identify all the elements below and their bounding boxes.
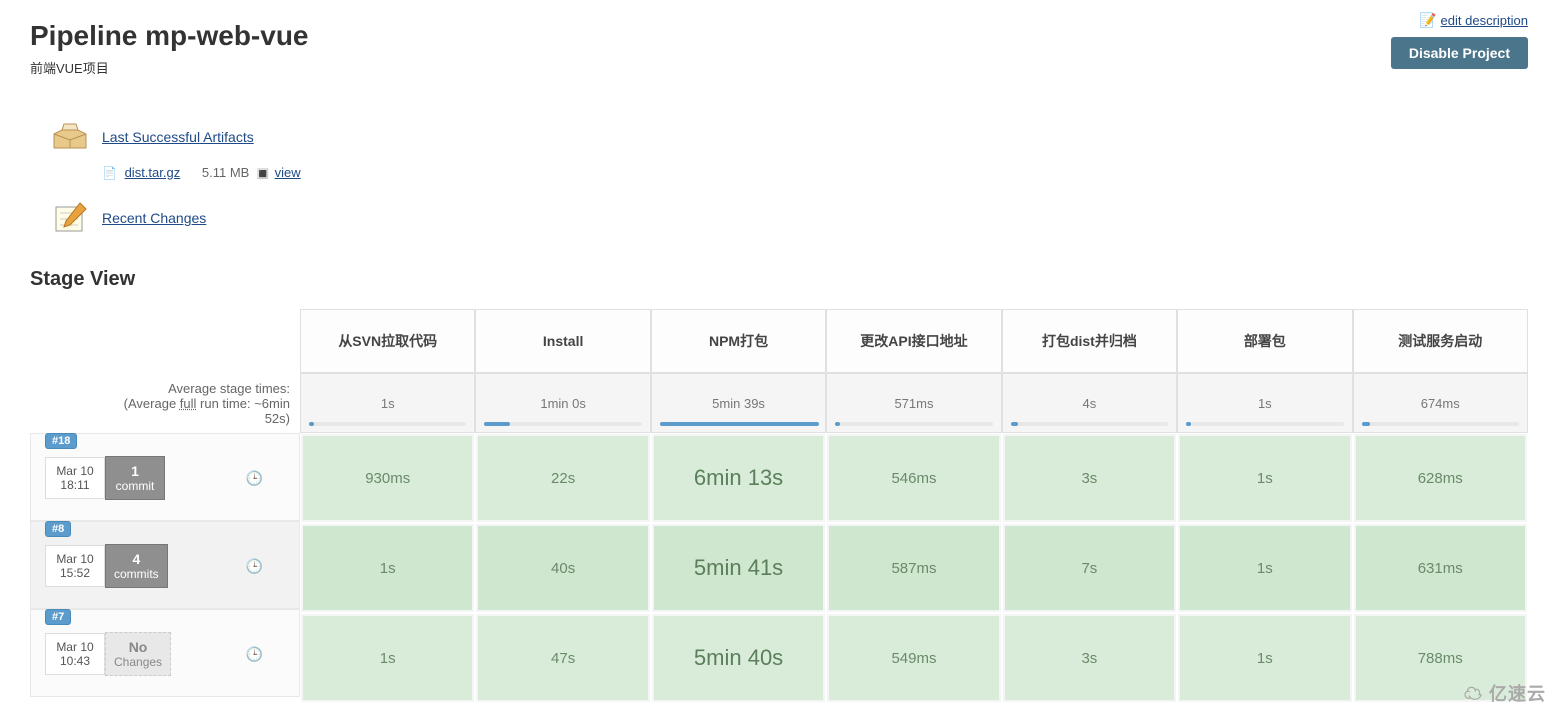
stage-cell[interactable]: 1s [301,614,474,702]
stage-header: 打包dist并归档 [1002,309,1177,373]
package-icon [50,117,90,157]
stage-header: Install [475,309,650,373]
stage-cell[interactable]: 1s [1178,524,1351,612]
stage-cell[interactable]: 628ms [1354,434,1527,522]
stage-cell[interactable]: 587ms [827,524,1000,612]
file-icon [102,165,121,180]
build-commits[interactable]: NoChanges [105,632,171,676]
stage-cell[interactable]: 3s [1003,434,1176,522]
stage-average: 1min 0s [475,373,650,433]
stage-average: 571ms [826,373,1001,433]
clock-icon[interactable]: 🕒 [246,646,263,663]
stage-average: 4s [1002,373,1177,433]
stage-cell[interactable]: 5min 40s [652,614,825,702]
stage-header: 从SVN拉取代码 [300,309,475,373]
recent-changes-link[interactable]: Recent Changes [102,210,206,226]
stage-cell[interactable]: 47s [476,614,649,702]
page-title: Pipeline mp-web-vue [30,20,1528,52]
stage-cell[interactable]: 549ms [827,614,1000,702]
artifact-view-link[interactable]: view [275,165,301,180]
build-row-info[interactable]: #7 Mar 1010:43NoChanges 🕒 [30,609,300,697]
build-row-info[interactable]: #18 Mar 1018:111commit 🕒 [30,433,300,521]
stage-cell[interactable]: 1s [301,524,474,612]
build-date: Mar 1010:43 [45,633,105,675]
clock-icon[interactable]: 🕒 [246,558,263,575]
build-number-badge[interactable]: #7 [45,609,71,625]
stage-cell[interactable]: 5min 41s [652,524,825,612]
build-row-info[interactable]: #8 Mar 1015:524commits 🕒 [30,521,300,609]
stage-cell[interactable]: 1s [1178,614,1351,702]
stage-cell[interactable]: 22s [476,434,649,522]
stage-header: NPM打包 [651,309,826,373]
stage-header: 测试服务启动 [1353,309,1528,373]
build-number-badge[interactable]: #18 [45,433,77,449]
stage-cell[interactable]: 3s [1003,614,1176,702]
stage-header: 部署包 [1177,309,1352,373]
stage-header: 更改API接口地址 [826,309,1001,373]
build-date: Mar 1015:52 [45,545,105,587]
build-commits[interactable]: 1commit [105,456,165,500]
disable-project-button[interactable]: Disable Project [1391,37,1528,69]
stage-cell[interactable]: 7s [1003,524,1176,612]
stage-average: 674ms [1353,373,1528,433]
build-commits[interactable]: 4commits [105,544,168,588]
stage-cell[interactable]: 631ms [1354,524,1527,612]
stage-cell[interactable]: 6min 13s [652,434,825,522]
build-number-badge[interactable]: #8 [45,521,71,537]
artifact-size: 5.11 MB [202,165,249,180]
view-icon [257,165,271,180]
stage-view-title: Stage View [30,268,1528,291]
stage-cell[interactable]: 1s [1178,434,1351,522]
stage-view: Average stage times: (Average full run t… [30,309,1528,703]
last-successful-artifacts-link[interactable]: Last Successful Artifacts [102,129,254,145]
artifact-file-link[interactable]: dist.tar.gz [125,165,181,180]
stage-average: 1s [300,373,475,433]
brand-logo: ☁ 亿速云 [1464,680,1546,706]
stage-average: 1s [1177,373,1352,433]
average-stage-times-label: Average stage times: (Average full run t… [30,373,300,433]
clock-icon[interactable]: 🕒 [246,470,263,487]
edit-description-link[interactable]: edit description [1441,13,1528,28]
project-description: 前端VUE项目 [30,58,1528,77]
stage-cell[interactable]: 546ms [827,434,1000,522]
notepad-icon [50,198,90,238]
edit-pencil-icon: 📝 [1419,12,1436,28]
stage-average: 5min 39s [651,373,826,433]
stage-cell[interactable]: 40s [476,524,649,612]
build-date: Mar 1018:11 [45,457,105,499]
stage-cell[interactable]: 930ms [301,434,474,522]
